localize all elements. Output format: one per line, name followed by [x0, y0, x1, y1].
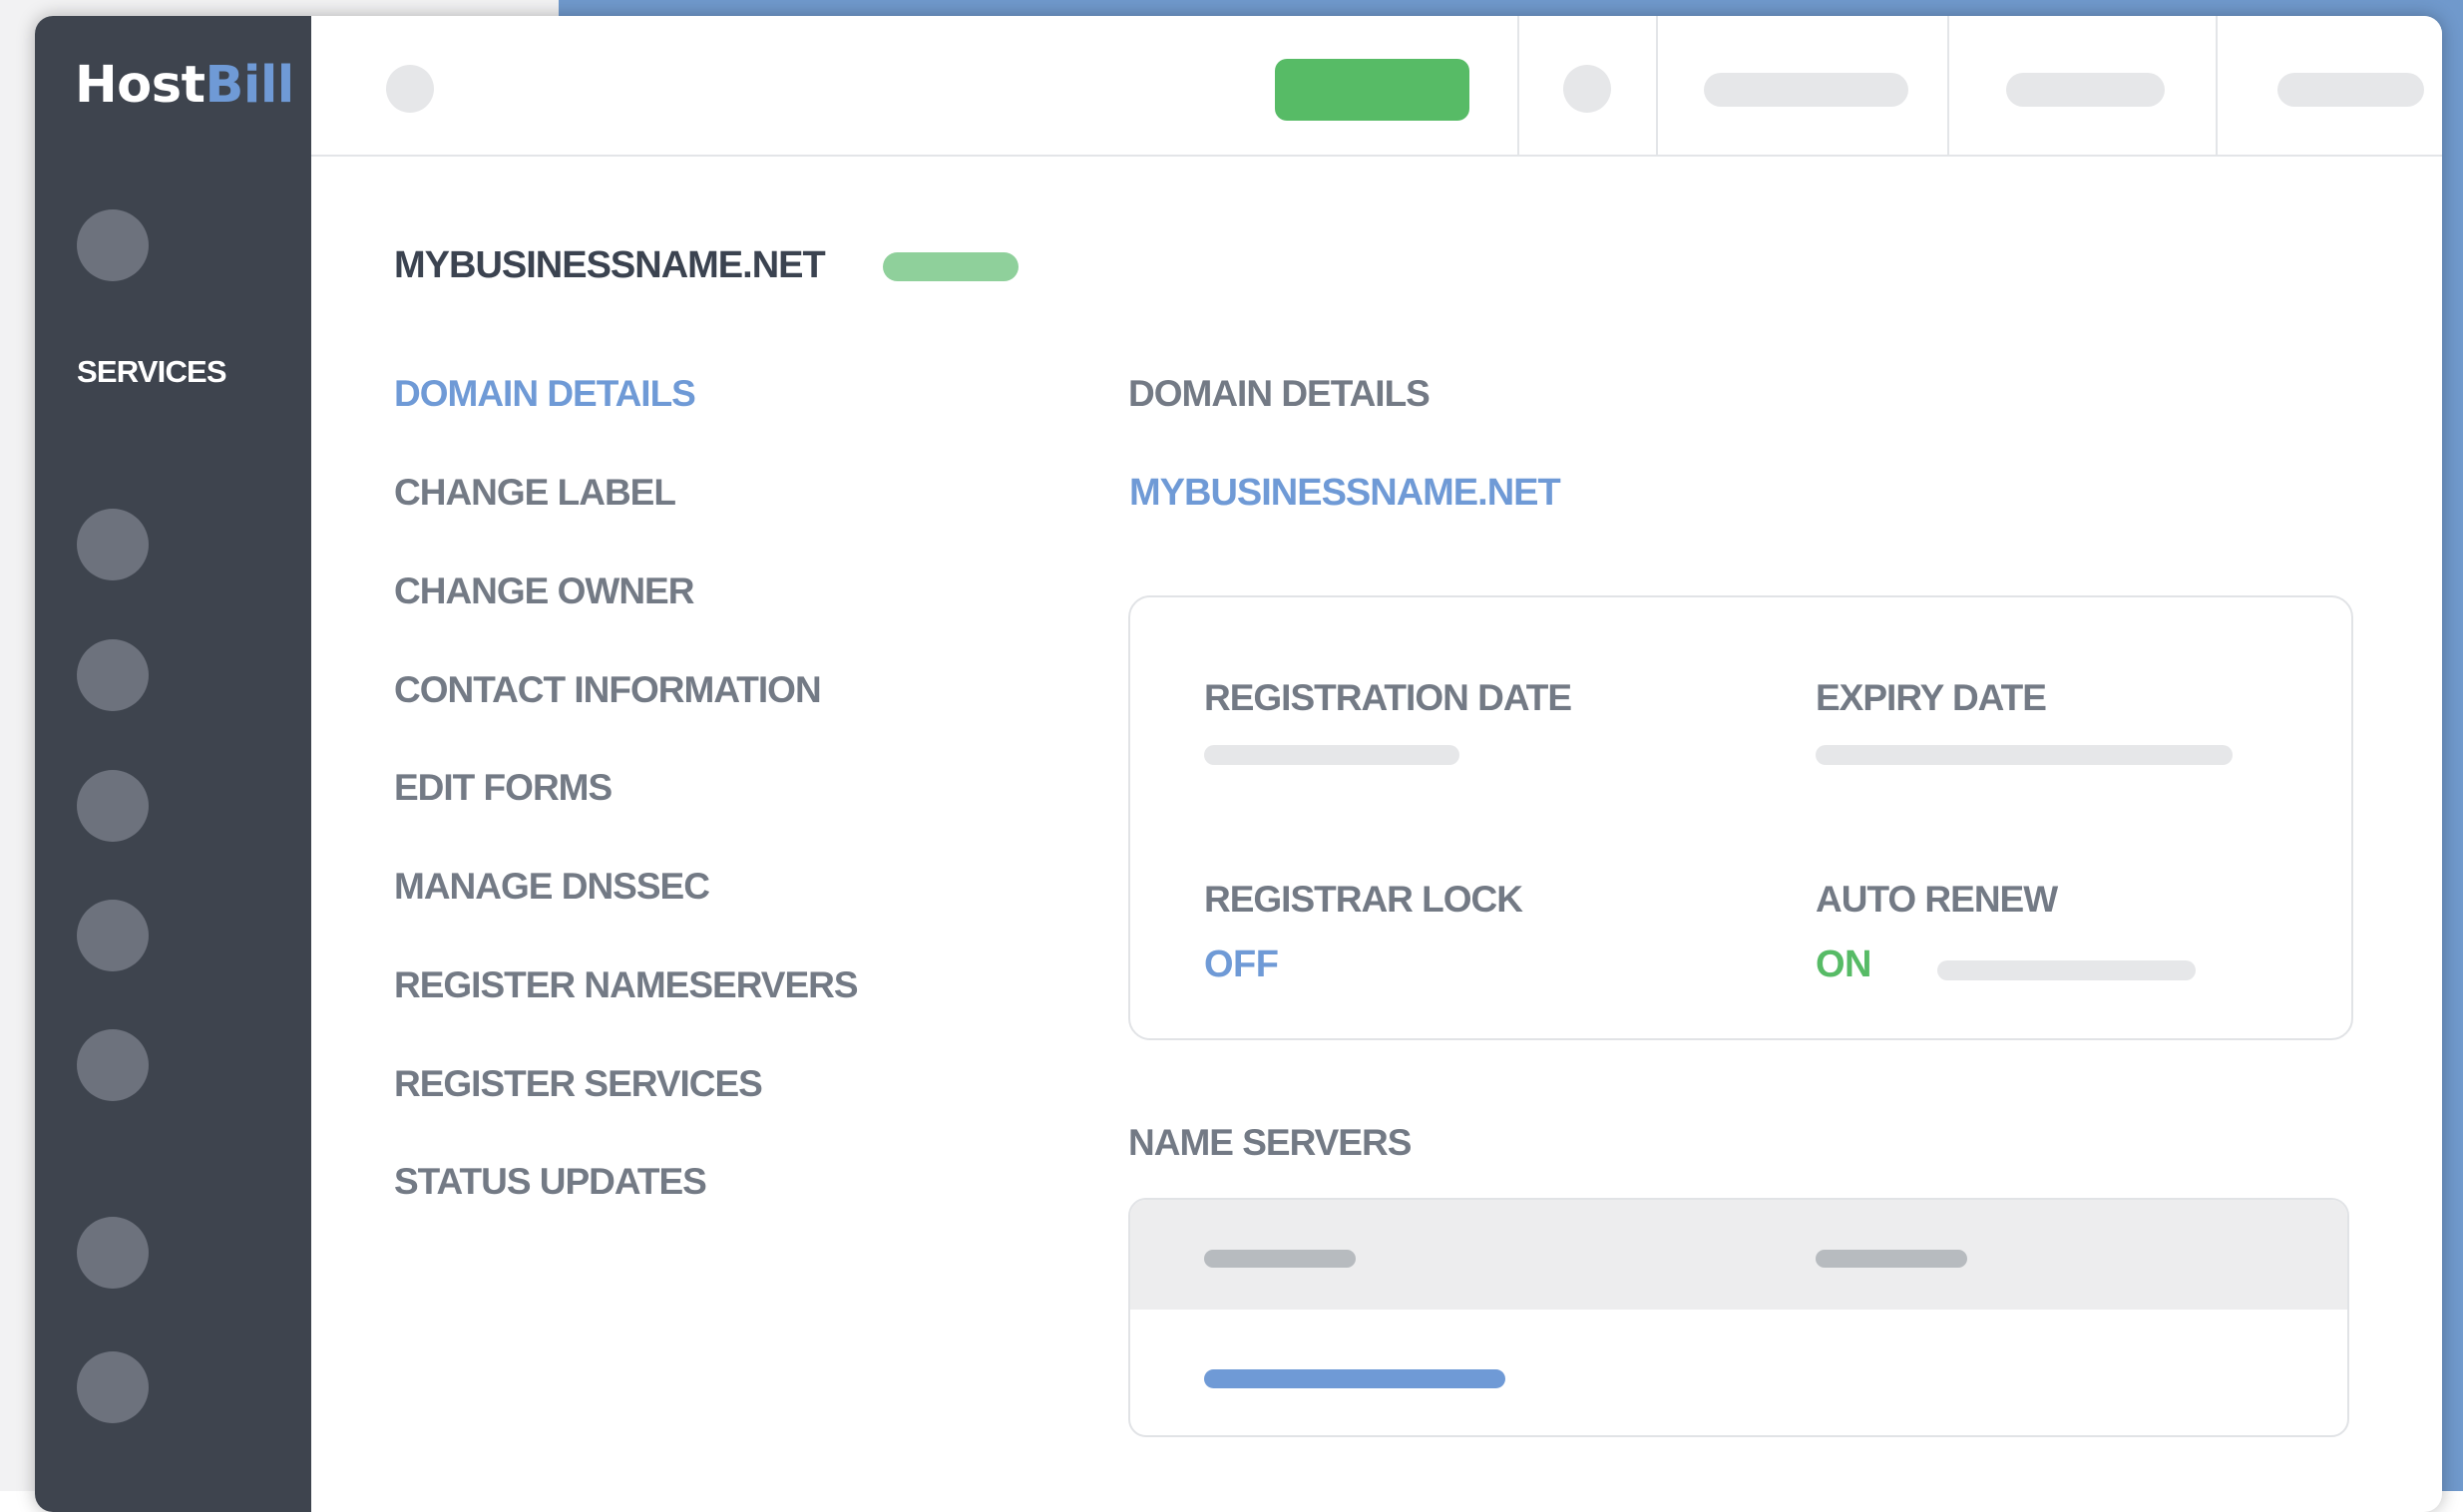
table-row-link[interactable]	[1204, 1369, 1505, 1388]
sidebar-icon-3[interactable]	[77, 639, 149, 711]
sidebar-icon-5[interactable]	[77, 900, 149, 971]
name-servers-title: NAME SERVERS	[1128, 1122, 1412, 1163]
topbar-action-button[interactable]	[1275, 59, 1469, 121]
registrar-lock-label: REGISTRAR LOCK	[1204, 879, 1523, 920]
domain-details-title: DOMAIN DETAILS	[1128, 373, 1431, 414]
menu-item-manage-dnssec[interactable]: MANAGE DNSSEC	[394, 866, 710, 908]
expiry-date-label: EXPIRY DATE	[1816, 677, 2047, 718]
table-header-cell	[1816, 1250, 1967, 1268]
topbar	[311, 16, 2442, 157]
menu-item-change-label[interactable]: CHANGE LABEL	[394, 472, 676, 514]
auto-renew-toggle[interactable]: ON	[1816, 944, 1872, 986]
expiry-date-value	[1816, 745, 2233, 765]
registrar-lock-toggle[interactable]: OFF	[1204, 944, 1279, 986]
sidebar-icon-8[interactable]	[77, 1351, 149, 1423]
registration-date-value	[1204, 745, 1459, 765]
topbar-divider	[2216, 16, 2218, 155]
sidebar: HostBill SERVICES	[35, 16, 311, 1512]
menu-toggle-icon[interactable]	[386, 65, 434, 113]
sidebar-icon-6[interactable]	[77, 1029, 149, 1101]
auto-renew-label: AUTO RENEW	[1816, 879, 2058, 920]
logo-text-host: Host	[75, 56, 205, 115]
topbar-menu-item-2[interactable]	[2006, 73, 2165, 107]
page-title: MYBUSINESSNAME.NET	[394, 244, 826, 286]
menu-item-register-nameservers[interactable]: REGISTER NAMESERVERS	[394, 964, 859, 1006]
menu-item-edit-forms[interactable]: EDIT FORMS	[394, 767, 613, 809]
topbar-menu-item-1[interactable]	[1704, 73, 1908, 107]
topbar-divider	[1947, 16, 1949, 155]
domain-info-card: REGISTRATION DATE EXPIRY DATE REGISTRAR …	[1128, 595, 2353, 1040]
sidebar-icon-4[interactable]	[77, 770, 149, 842]
topbar-divider	[1517, 16, 1519, 155]
menu-item-contact-information[interactable]: CONTACT INFORMATION	[394, 669, 822, 711]
table-header-cell	[1204, 1250, 1356, 1268]
table-header	[1130, 1200, 2347, 1310]
topbar-menu-item-3[interactable]	[2277, 73, 2424, 107]
name-servers-table	[1128, 1198, 2349, 1437]
registration-date-label: REGISTRATION DATE	[1204, 677, 1572, 718]
sidebar-icon-1[interactable]	[77, 209, 149, 281]
auto-renew-detail	[1937, 960, 2196, 980]
sidebar-item-services[interactable]: SERVICES	[77, 354, 227, 390]
topbar-divider	[1656, 16, 1658, 155]
logo-text-bill: Bill	[205, 56, 294, 115]
domain-name-link[interactable]: MYBUSINESSNAME.NET	[1129, 472, 1561, 515]
sidebar-icon-7[interactable]	[77, 1217, 149, 1289]
menu-item-status-updates[interactable]: STATUS UPDATES	[394, 1161, 707, 1203]
menu-item-change-owner[interactable]: CHANGE OWNER	[394, 570, 694, 612]
app-window: HostBill SERVICES MYBUSINESSNAME.NET DOM…	[35, 16, 2442, 1512]
menu-item-domain-details[interactable]: DOMAIN DETAILS	[394, 373, 696, 415]
hostbill-logo[interactable]: HostBill	[75, 56, 294, 115]
sidebar-icon-2[interactable]	[77, 509, 149, 580]
notification-icon[interactable]	[1563, 65, 1611, 113]
status-badge	[883, 252, 1019, 281]
menu-item-register-services[interactable]: REGISTER SERVICES	[394, 1063, 763, 1105]
